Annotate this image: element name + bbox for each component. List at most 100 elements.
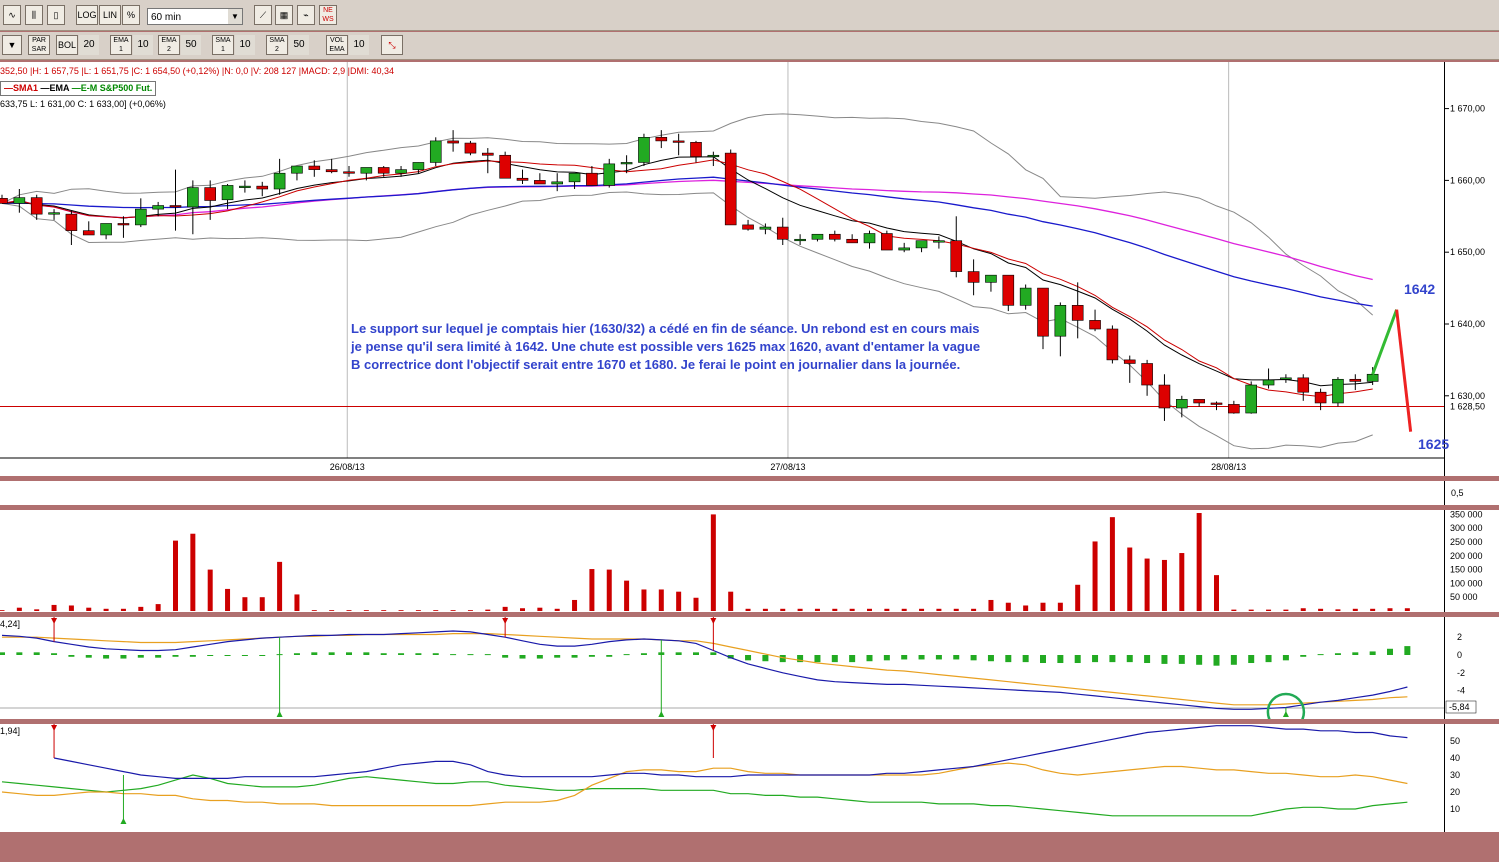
candle xyxy=(0,198,8,204)
macd-histogram-bar xyxy=(519,655,526,659)
macd-histogram-bar xyxy=(172,655,179,657)
candle xyxy=(412,162,425,170)
volume-bar xyxy=(450,610,456,611)
volume-bar xyxy=(120,608,126,611)
volume-bar xyxy=(537,607,543,611)
macd-histogram-bar xyxy=(1092,655,1099,663)
volume-bar xyxy=(780,608,786,611)
macd-histogram-bar xyxy=(293,653,300,655)
sma1-button[interactable]: SMA 1 xyxy=(212,35,234,55)
price-chart[interactable]: 26/08/13 27/08/13 28/08/13 xyxy=(0,62,1444,476)
volume-bar xyxy=(867,608,872,611)
parsar-button[interactable]: PAR SAR xyxy=(28,35,50,55)
macd-histogram-bar xyxy=(745,655,752,661)
volume-scale: 350 000 300 000 250 000 200 000 150 000 100 0… xyxy=(1444,510,1499,612)
volume-bar xyxy=(884,608,890,611)
dmi-header: 1,94] xyxy=(0,726,20,736)
percent-button[interactable]: % xyxy=(122,5,140,25)
chevron-down-icon[interactable]: ▼ xyxy=(228,9,242,24)
price-tick: 1 660,00 xyxy=(1450,175,1485,185)
macd-histogram-bar xyxy=(51,653,58,655)
macd-histogram-bar xyxy=(1109,655,1116,663)
macd-chart[interactable]: 4,24] xyxy=(0,617,1444,719)
timeframe-select[interactable]: 60 min ▼ xyxy=(147,8,243,25)
sma1-period[interactable]: 10 xyxy=(235,35,255,55)
macd-histogram-bar xyxy=(450,654,457,656)
ema2-period[interactable]: 50 xyxy=(181,35,201,55)
volume-bar xyxy=(398,610,404,611)
chart-overlay-icon[interactable]: ⌁ xyxy=(297,5,315,25)
volume-bar xyxy=(606,569,612,611)
log-button[interactable]: LOG xyxy=(76,5,98,25)
candle xyxy=(447,140,459,144)
volume-bar xyxy=(849,608,855,611)
candle xyxy=(1158,384,1171,409)
macd-histogram-bar xyxy=(1369,651,1376,655)
vol-ema-period[interactable]: 10 xyxy=(349,35,369,55)
buy-marker-icon xyxy=(276,711,283,717)
macd-histogram-bar xyxy=(1334,653,1341,655)
volume-bar xyxy=(329,610,335,611)
candle xyxy=(152,205,164,210)
legend-sma1: —SMA1 xyxy=(4,83,39,93)
sell-marker-icon xyxy=(51,725,58,731)
candle xyxy=(776,226,789,240)
ema1-button[interactable]: EMA 1 xyxy=(110,35,132,55)
macd-histogram-bar xyxy=(1352,652,1359,655)
line-chart-icon[interactable]: ∿ xyxy=(3,5,21,25)
candle xyxy=(759,226,772,230)
volume-tick: 250 000 xyxy=(1450,537,1483,547)
volume-tick: 200 000 xyxy=(1450,551,1483,561)
candle xyxy=(1297,377,1310,393)
volume-axis: 350 000 300 000 250 000 200 000 150 000 100 0… xyxy=(1450,510,1483,602)
macd-histogram-bar xyxy=(1248,655,1255,664)
sma2-period[interactable]: 50 xyxy=(289,35,309,55)
vol-ema-button[interactable]: VOL EMA xyxy=(326,35,348,55)
candle xyxy=(638,137,650,163)
volume-bar xyxy=(1161,559,1167,611)
ohlc-line: 633,75 L: 1 631,00 C: 1 633,00] (+0,06%) xyxy=(0,99,166,109)
candle xyxy=(1176,399,1188,409)
macd-histogram-bar xyxy=(1300,655,1307,657)
volume-bar xyxy=(1300,608,1306,611)
candle xyxy=(169,205,182,208)
candlestick-icon[interactable]: ▯ xyxy=(47,5,65,25)
draw-tool-icon[interactable]: ⟋ xyxy=(254,5,272,25)
ema2-button[interactable]: EMA 2 xyxy=(158,35,180,55)
macd-histogram-bar xyxy=(1282,655,1289,661)
dmi-chart[interactable]: 1,94] xyxy=(0,724,1444,832)
volume-chart[interactable] xyxy=(0,510,1444,612)
macd-histogram-bar xyxy=(1005,655,1012,663)
candle xyxy=(48,212,60,215)
color-grid-icon[interactable]: ▦ xyxy=(275,5,293,25)
volume-bar xyxy=(155,604,161,611)
news-icon[interactable]: NE WS xyxy=(319,5,337,25)
candle xyxy=(1332,378,1344,404)
volume-bar xyxy=(554,608,560,611)
sma2-button[interactable]: SMA 2 xyxy=(266,35,288,55)
candle xyxy=(429,140,442,163)
macd-histogram-bar xyxy=(675,652,682,655)
macd-tick: -4 xyxy=(1457,686,1465,696)
bol-button[interactable]: BOL xyxy=(56,35,78,55)
dmi-tick: 20 xyxy=(1450,787,1460,797)
macd-histogram-bar xyxy=(953,655,960,660)
macd-histogram-bar xyxy=(1317,654,1324,656)
volume-bar xyxy=(346,610,352,611)
volume-bar xyxy=(1092,541,1098,611)
candle xyxy=(811,233,824,240)
candle xyxy=(187,187,199,208)
macd-histogram-bar xyxy=(1161,655,1168,664)
lin-button[interactable]: LIN xyxy=(99,5,121,25)
volume-bar xyxy=(207,569,213,611)
ema1-period[interactable]: 10 xyxy=(133,35,153,55)
bol-period[interactable]: 20 xyxy=(79,35,99,55)
candle xyxy=(1193,399,1205,404)
legend-instrument: —E-M S&P500 Fut. xyxy=(71,83,153,93)
filter-icon[interactable]: ▼ xyxy=(2,35,22,55)
candle xyxy=(360,167,373,174)
bar-chart-icon[interactable]: ⫼ xyxy=(25,5,43,25)
candle xyxy=(291,165,303,174)
volume-bar xyxy=(433,610,439,611)
indicator-wizard-icon[interactable]: ⤡ xyxy=(381,35,403,55)
